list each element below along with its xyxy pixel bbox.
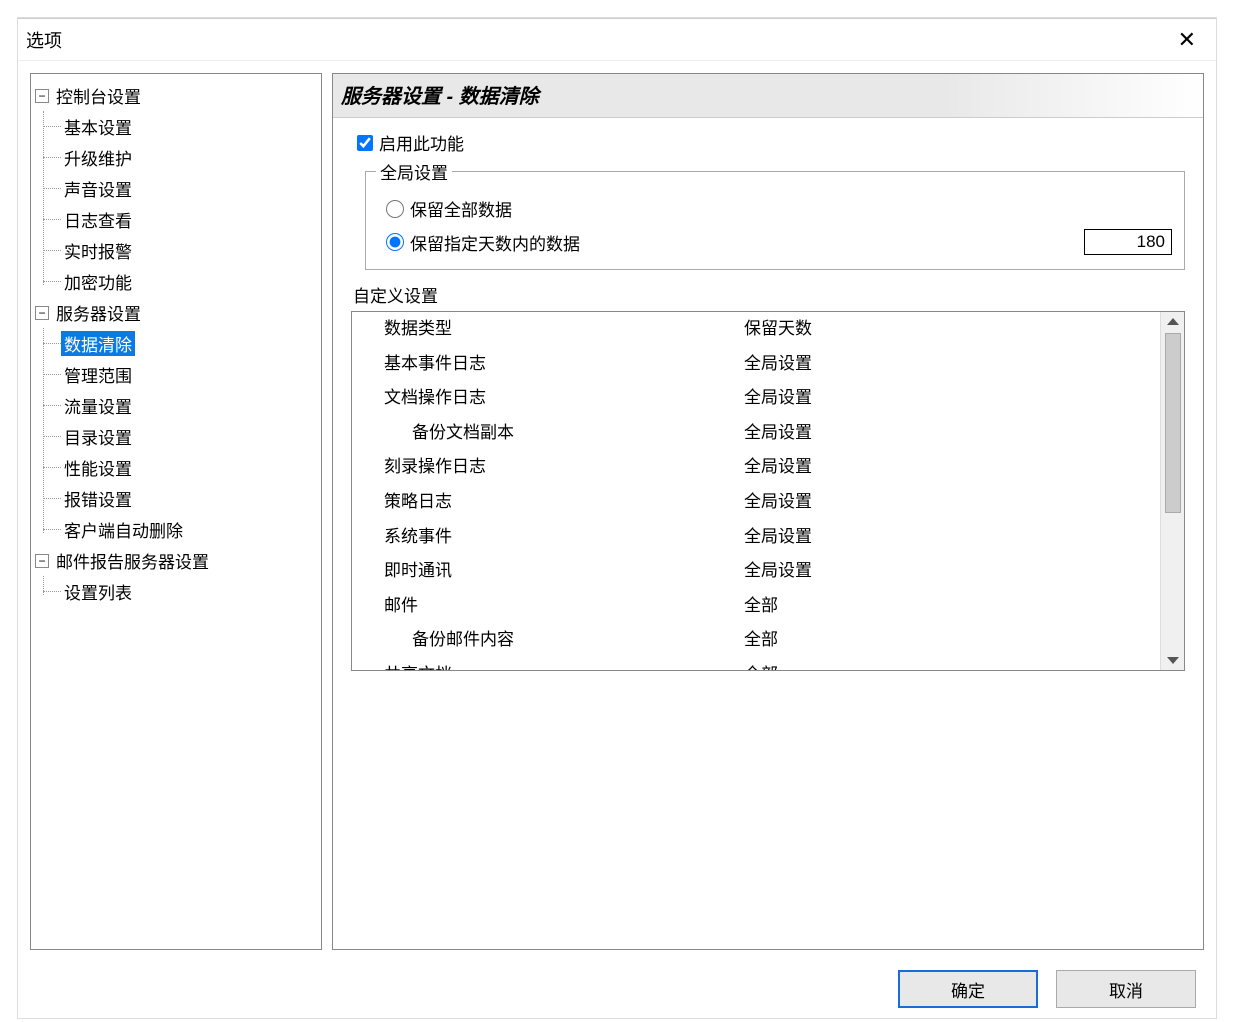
tree-label: 目录设置	[61, 424, 135, 449]
tree-node-upgrade[interactable]: 升级维护	[61, 142, 319, 173]
tree-label: 实时报警	[61, 238, 135, 263]
collapse-icon[interactable]: −	[35, 554, 49, 568]
panel-title: 服务器设置 - 数据清除	[333, 74, 1203, 118]
global-group-legend: 全局设置	[376, 159, 452, 184]
tree-label: 设置列表	[61, 579, 135, 604]
list-item[interactable]: 系统事件全局设置	[352, 520, 1160, 555]
tree-label: 日志查看	[61, 207, 135, 232]
tree-node-error[interactable]: 报错设置	[61, 483, 319, 514]
tree-node-basic-settings[interactable]: 基本设置	[61, 111, 319, 142]
data-type-list: 数据类型 保留天数 基本事件日志全局设置 文档操作日志全局设置 备份文档副本全局…	[351, 311, 1185, 671]
tree-node-realtime-alarm[interactable]: 实时报警	[61, 235, 319, 266]
col-header-type: 数据类型	[384, 314, 744, 345]
custom-settings-label: 自定义设置	[353, 282, 1185, 307]
tree-label: 客户端自动删除	[61, 517, 186, 542]
col-header-days: 保留天数	[744, 314, 1160, 345]
settings-tree-panel: − 控制台设置 基本设置 升级维护 声音设置 日志查看 实时报警 加密功能	[30, 73, 322, 950]
list-item[interactable]: 刻录操作日志全局设置	[352, 450, 1160, 485]
scroll-thumb[interactable]	[1165, 333, 1181, 513]
dialog-title: 选项	[26, 27, 62, 53]
days-input[interactable]	[1084, 229, 1172, 255]
collapse-icon[interactable]: −	[35, 89, 49, 103]
tree-label: 管理范围	[61, 362, 135, 387]
tree-node-manage-scope[interactable]: 管理范围	[61, 359, 319, 390]
tree-label: 声音设置	[61, 176, 135, 201]
dialog-content: − 控制台设置 基本设置 升级维护 声音设置 日志查看 实时报警 加密功能	[18, 61, 1216, 958]
radio-keep-days-input[interactable]	[386, 233, 404, 251]
radio-keep-all[interactable]: 保留全部数据	[376, 192, 1174, 225]
list-item[interactable]: 邮件全部	[352, 589, 1160, 624]
radio-keep-days-label: 保留指定天数内的数据	[410, 230, 580, 255]
tree-node-client-autodelete[interactable]: 客户端自动删除	[61, 514, 319, 545]
collapse-icon[interactable]: −	[35, 306, 49, 320]
settings-tree: − 控制台设置 基本设置 升级维护 声音设置 日志查看 实时报警 加密功能	[33, 80, 319, 607]
tree-node-console-settings[interactable]: − 控制台设置	[35, 80, 319, 111]
radio-keep-all-input[interactable]	[386, 200, 404, 218]
ok-button[interactable]: 确定	[898, 970, 1038, 1008]
tree-label: 性能设置	[61, 455, 135, 480]
tree-label: 服务器设置	[53, 300, 144, 325]
scroll-up-icon[interactable]	[1167, 318, 1179, 325]
list-item[interactable]: 备份邮件内容全部	[352, 623, 1160, 658]
list-header: 数据类型 保留天数	[352, 312, 1160, 347]
scroll-track[interactable]	[1165, 331, 1181, 651]
tree-node-encryption[interactable]: 加密功能	[61, 266, 319, 297]
tree-node-server-settings[interactable]: − 服务器设置	[35, 297, 319, 328]
global-settings-group: 全局设置 保留全部数据 保留指定天数内的数据	[365, 159, 1185, 270]
options-dialog: 选项 ✕ − 控制台设置 基本设置 升级维护 声音设置	[18, 18, 1216, 1018]
list-item[interactable]: 即时通讯全局设置	[352, 554, 1160, 589]
enable-feature-label: 启用此功能	[379, 130, 464, 155]
tree-node-sound[interactable]: 声音设置	[61, 173, 319, 204]
list-item[interactable]: 基本事件日志全局设置	[352, 347, 1160, 382]
scroll-down-icon[interactable]	[1167, 657, 1179, 664]
tree-label: 控制台设置	[53, 83, 144, 108]
tree-node-performance[interactable]: 性能设置	[61, 452, 319, 483]
tree-node-data-clear[interactable]: 数据清除	[61, 328, 319, 359]
tree-label: 数据清除	[61, 331, 135, 356]
dialog-footer: 确定 取消	[898, 970, 1196, 1008]
tree-node-traffic[interactable]: 流量设置	[61, 390, 319, 421]
tree-label: 报错设置	[61, 486, 135, 511]
list-item[interactable]: 共享文档全部	[352, 658, 1160, 670]
tree-node-settings-list[interactable]: 设置列表	[61, 576, 319, 607]
settings-detail-panel: 服务器设置 - 数据清除 启用此功能 全局设置 保留全部数据 保留	[332, 73, 1204, 950]
list-content[interactable]: 数据类型 保留天数 基本事件日志全局设置 文档操作日志全局设置 备份文档副本全局…	[352, 312, 1160, 670]
enable-feature-checkbox[interactable]: 启用此功能	[351, 130, 1185, 155]
radio-keep-days[interactable]: 保留指定天数内的数据	[386, 230, 580, 255]
panel-body: 启用此功能 全局设置 保留全部数据 保留指定天数内的数据	[333, 118, 1203, 679]
close-icon[interactable]: ✕	[1170, 23, 1204, 57]
list-item[interactable]: 策略日志全局设置	[352, 485, 1160, 520]
tree-label: 升级维护	[61, 145, 135, 170]
scrollbar[interactable]	[1160, 312, 1184, 670]
tree-label: 邮件报告服务器设置	[53, 548, 212, 573]
tree-label: 加密功能	[61, 269, 135, 294]
tree-node-directory[interactable]: 目录设置	[61, 421, 319, 452]
cancel-button[interactable]: 取消	[1056, 970, 1196, 1008]
tree-label: 基本设置	[61, 114, 135, 139]
titlebar: 选项 ✕	[18, 19, 1216, 61]
list-item[interactable]: 文档操作日志全局设置	[352, 381, 1160, 416]
enable-feature-input[interactable]	[357, 135, 373, 151]
radio-keep-all-label: 保留全部数据	[410, 196, 512, 221]
tree-node-log-view[interactable]: 日志查看	[61, 204, 319, 235]
tree-label: 流量设置	[61, 393, 135, 418]
list-item[interactable]: 备份文档副本全局设置	[352, 416, 1160, 451]
tree-node-mail-report[interactable]: − 邮件报告服务器设置	[35, 545, 319, 576]
